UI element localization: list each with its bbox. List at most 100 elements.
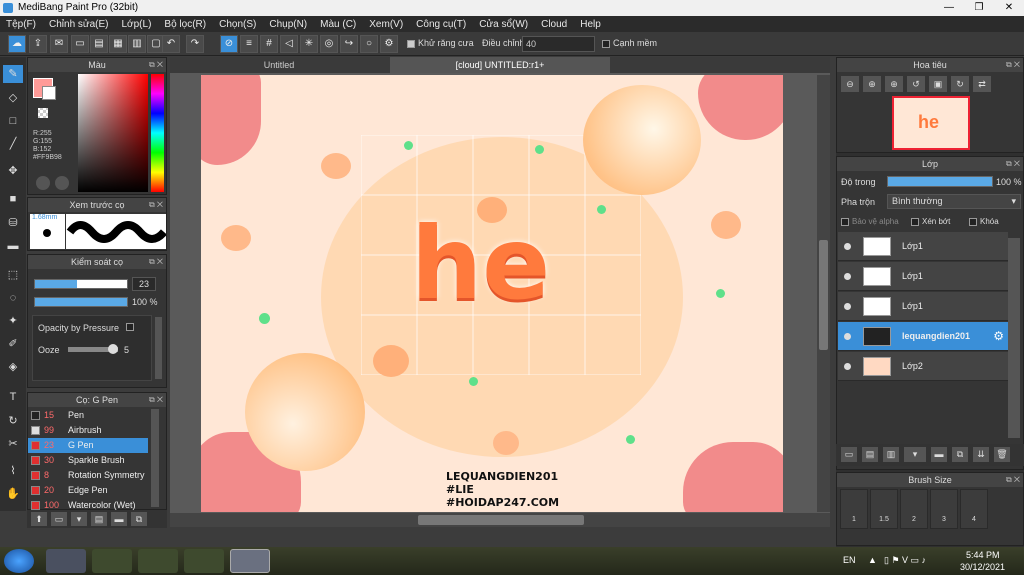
menu-snap[interactable]: Chụp(N)	[269, 19, 307, 30]
layer-item[interactable]: Lớp2	[838, 352, 1008, 381]
bucket-tool-icon[interactable]: ⛁	[3, 214, 23, 232]
brush-list-item[interactable]: 23 G Pen	[28, 438, 148, 453]
concentric-snap-icon[interactable]: ◎	[320, 35, 338, 53]
brush-list-item[interactable]: 15 Pen	[28, 408, 148, 423]
brush-settings-icon[interactable]: ▤	[91, 512, 107, 526]
artwork-canvas[interactable]: he LEQUANGDIEN201 #LIE #HOIDAP247.COM	[201, 75, 783, 512]
vertical-scrollbar[interactable]	[817, 75, 830, 512]
ooze-slider[interactable]	[68, 344, 118, 354]
chrome-icon[interactable]	[138, 549, 178, 573]
language-indicator[interactable]: EN	[843, 555, 856, 565]
opacity-by-pressure-checkbox[interactable]	[126, 323, 134, 331]
file-explorer-icon[interactable]	[184, 549, 224, 573]
cloud-icon[interactable]: ☁	[8, 35, 26, 53]
color-palette-icon[interactable]	[55, 176, 69, 190]
brush-list-scrollbar[interactable]	[151, 409, 159, 507]
new-8bit-layer-icon[interactable]: ▥	[883, 447, 899, 462]
curve-snap-icon[interactable]: ↪	[340, 35, 358, 53]
undo-icon[interactable]: ↶	[162, 35, 180, 53]
media-player-icon[interactable]	[46, 549, 86, 573]
layer-item[interactable]: Lớp1	[838, 232, 1008, 261]
dot-tool-icon[interactable]: □	[3, 112, 23, 130]
radial-snap-icon[interactable]: ✳	[300, 35, 318, 53]
app-icon-green[interactable]	[92, 549, 132, 573]
brush-list-item[interactable]: 30 Sparkle Brush	[28, 453, 148, 468]
layer-folder-icon[interactable]: ▬	[931, 447, 947, 462]
redo-icon[interactable]: ↷	[186, 35, 204, 53]
perspective-snap-icon[interactable]: ◁	[280, 35, 298, 53]
rotate-left-icon[interactable]: ↺	[907, 76, 925, 92]
tab-untitled[interactable]: Untitled	[170, 57, 388, 73]
brush-list-item[interactable]: 99 Airbrush	[28, 423, 148, 438]
duplicate-layer-icon[interactable]: ⧉	[952, 447, 968, 462]
layer-item[interactable]: Lớp1	[838, 262, 1008, 291]
tray-arrow-icon[interactable]: ▲	[868, 555, 877, 565]
layer-visibility-icon[interactable]	[844, 273, 851, 280]
lasso-tool-icon[interactable]: ◌	[3, 289, 23, 307]
layer-visibility-icon[interactable]	[844, 243, 851, 250]
move-tool-icon[interactable]: ✥	[3, 162, 23, 180]
panel-menu-icon[interactable]: ⧉ ✕	[149, 58, 163, 72]
menu-edit[interactable]: Chỉnh sửa(E)	[49, 19, 109, 30]
brush-menu-icon[interactable]: ▾	[71, 512, 87, 526]
brush-opacity-slider[interactable]	[34, 297, 128, 307]
menu-filter[interactable]: Bộ lọc(R)	[164, 19, 206, 30]
select-eraser-tool-icon[interactable]: ◈	[3, 358, 23, 376]
snap-off-icon[interactable]: ⊘	[220, 35, 238, 53]
snap-settings-icon[interactable]: ⚙	[380, 35, 398, 53]
parallel-snap-icon[interactable]: ≡	[240, 35, 258, 53]
share-icon[interactable]: ⇪	[29, 35, 47, 53]
brush-size-preset[interactable]: 4	[960, 489, 988, 529]
divide-tool-icon[interactable]: ✂	[3, 435, 23, 453]
layer-opacity-slider[interactable]	[887, 176, 993, 187]
delete-layer-icon[interactable]: 🗑	[994, 447, 1010, 462]
new-halftone-layer-icon[interactable]: ▤	[862, 447, 878, 462]
circle-snap-icon[interactable]: ○	[360, 35, 378, 53]
menu-file[interactable]: Tệp(F)	[6, 19, 36, 30]
brush-control-scrollbar[interactable]	[155, 317, 162, 379]
zoom-fit-icon[interactable]: ⊕	[885, 76, 903, 92]
eraser-tool-icon[interactable]: ◇	[3, 89, 23, 107]
brush-list-item[interactable]: 20 Edge Pen	[28, 483, 148, 498]
new-layer-icon[interactable]: ▭	[841, 447, 857, 462]
layer-item[interactable]: lequangdien201 ⚙	[838, 322, 1008, 351]
layer-visibility-icon[interactable]	[844, 363, 851, 370]
brush-size-preset[interactable]: 2	[900, 489, 928, 529]
navigator-thumbnail[interactable]: he	[892, 96, 970, 150]
brush-size-slider[interactable]	[34, 279, 128, 289]
lock-checkbox[interactable]: Khóa	[969, 217, 999, 226]
layer-menu-icon[interactable]: ▾	[904, 447, 926, 462]
add-brush-icon[interactable]: ⬆	[31, 512, 47, 526]
merge-layer-icon[interactable]: ⇊	[973, 447, 989, 462]
brush-size-preset[interactable]: 3	[930, 489, 958, 529]
layer-scrollbar[interactable]	[1008, 238, 1020, 438]
select-pen-tool-icon[interactable]: ✐	[3, 335, 23, 353]
grid-snap-icon[interactable]: #	[260, 35, 278, 53]
secondary-color-swatch[interactable]	[42, 86, 56, 100]
operation-tool-icon[interactable]: ↻	[3, 412, 23, 430]
magic-wand-tool-icon[interactable]: ✦	[3, 312, 23, 330]
new-brush-icon[interactable]: ▭	[51, 512, 67, 526]
fill-rect-tool-icon[interactable]: ■	[3, 190, 23, 208]
zoom-in-icon[interactable]: ⊕	[863, 76, 881, 92]
tab-cloud-untitled[interactable]: [cloud] UNTITLED:r1+	[390, 57, 610, 73]
menu-cloud[interactable]: Cloud	[541, 19, 567, 30]
menu-view[interactable]: Xem(V)	[369, 19, 403, 30]
layer-visibility-icon[interactable]	[844, 333, 851, 340]
hand-tool-icon[interactable]: ✋	[3, 485, 23, 503]
blend-mode-select[interactable]: Bình thường ▾	[887, 194, 1021, 209]
brush-folder-icon[interactable]: ▬	[111, 512, 127, 526]
zoom-out-icon[interactable]: ⊖	[841, 76, 859, 92]
grid-icon[interactable]: ▦	[109, 35, 127, 53]
brush-size-preset[interactable]: 1	[840, 489, 868, 529]
text-tool-icon[interactable]: T	[3, 388, 23, 406]
menu-select[interactable]: Chọn(S)	[219, 19, 256, 30]
menu-window[interactable]: Cửa sổ(W)	[479, 19, 528, 30]
brush-size-preset[interactable]: 1.5	[870, 489, 898, 529]
start-button[interactable]	[4, 549, 34, 573]
chat-icon[interactable]: ✉	[50, 35, 68, 53]
brush-copy-icon[interactable]: ⧉	[131, 512, 147, 526]
eyedropper-tool-icon[interactable]: ⌇	[3, 462, 23, 480]
menu-color[interactable]: Màu (C)	[320, 19, 356, 30]
close-button[interactable]: ✕	[994, 0, 1024, 16]
